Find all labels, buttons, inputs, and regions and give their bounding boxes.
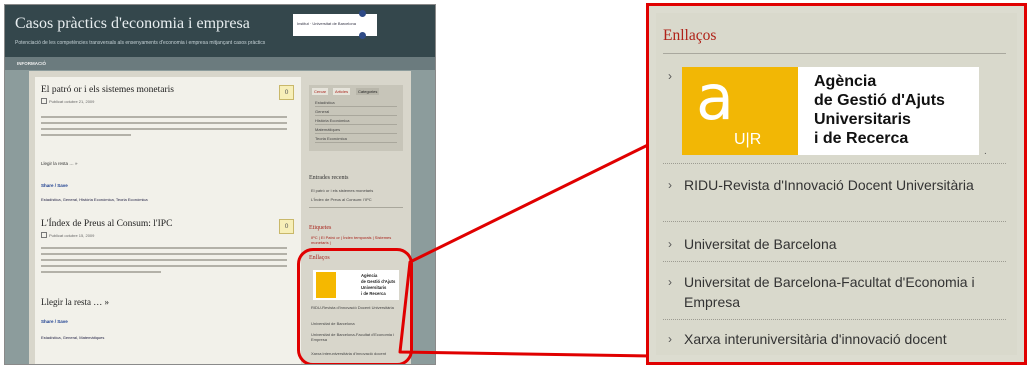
agency-logo-link[interactable]: a U|R Agència de Gestió d'Ajuts Universi… xyxy=(682,61,979,155)
agency-line: i de Recerca xyxy=(814,130,909,147)
chevron-right-icon: › xyxy=(668,275,672,289)
chevron-right-icon: › xyxy=(668,332,672,346)
dotted-divider xyxy=(663,261,1006,262)
agency-logo-icon: a U|R xyxy=(682,61,798,155)
agency-line: de Gestió d'Ajuts xyxy=(814,92,945,109)
agency-logo-ur: U|R xyxy=(734,131,762,148)
link-universitat-barcelona[interactable]: Universitat de Barcelona xyxy=(684,234,984,254)
chevron-right-icon: › xyxy=(668,178,672,192)
heading-divider xyxy=(663,53,1006,54)
links-heading: Enllaços xyxy=(663,27,717,44)
dotted-divider xyxy=(663,319,1006,320)
chevron-right-icon: › xyxy=(668,237,672,251)
dotted-divider xyxy=(663,163,1006,164)
agency-line: Universitaris xyxy=(814,111,911,128)
dotted-divider xyxy=(663,221,1006,222)
links-zoom-inner: Enllaços › a U|R Agència de Gestió d'Aju… xyxy=(656,13,1017,355)
links-zoom-panel: Enllaços › a U|R Agència de Gestió d'Aju… xyxy=(646,3,1027,365)
link-facultat-economia[interactable]: Universitat de Barcelona-Facultat d'Econ… xyxy=(684,272,984,312)
chevron-right-icon: › xyxy=(668,69,672,83)
link-ridu[interactable]: RIDU-Revista d'Innovació Docent Universi… xyxy=(684,175,984,195)
trailing-dot: . xyxy=(984,146,987,157)
link-xarxa-innovacio[interactable]: Xarxa interuniversitària d'innovació doc… xyxy=(684,329,984,349)
agency-logo-letter: a xyxy=(696,61,734,134)
agency-line: Agència xyxy=(814,73,877,90)
